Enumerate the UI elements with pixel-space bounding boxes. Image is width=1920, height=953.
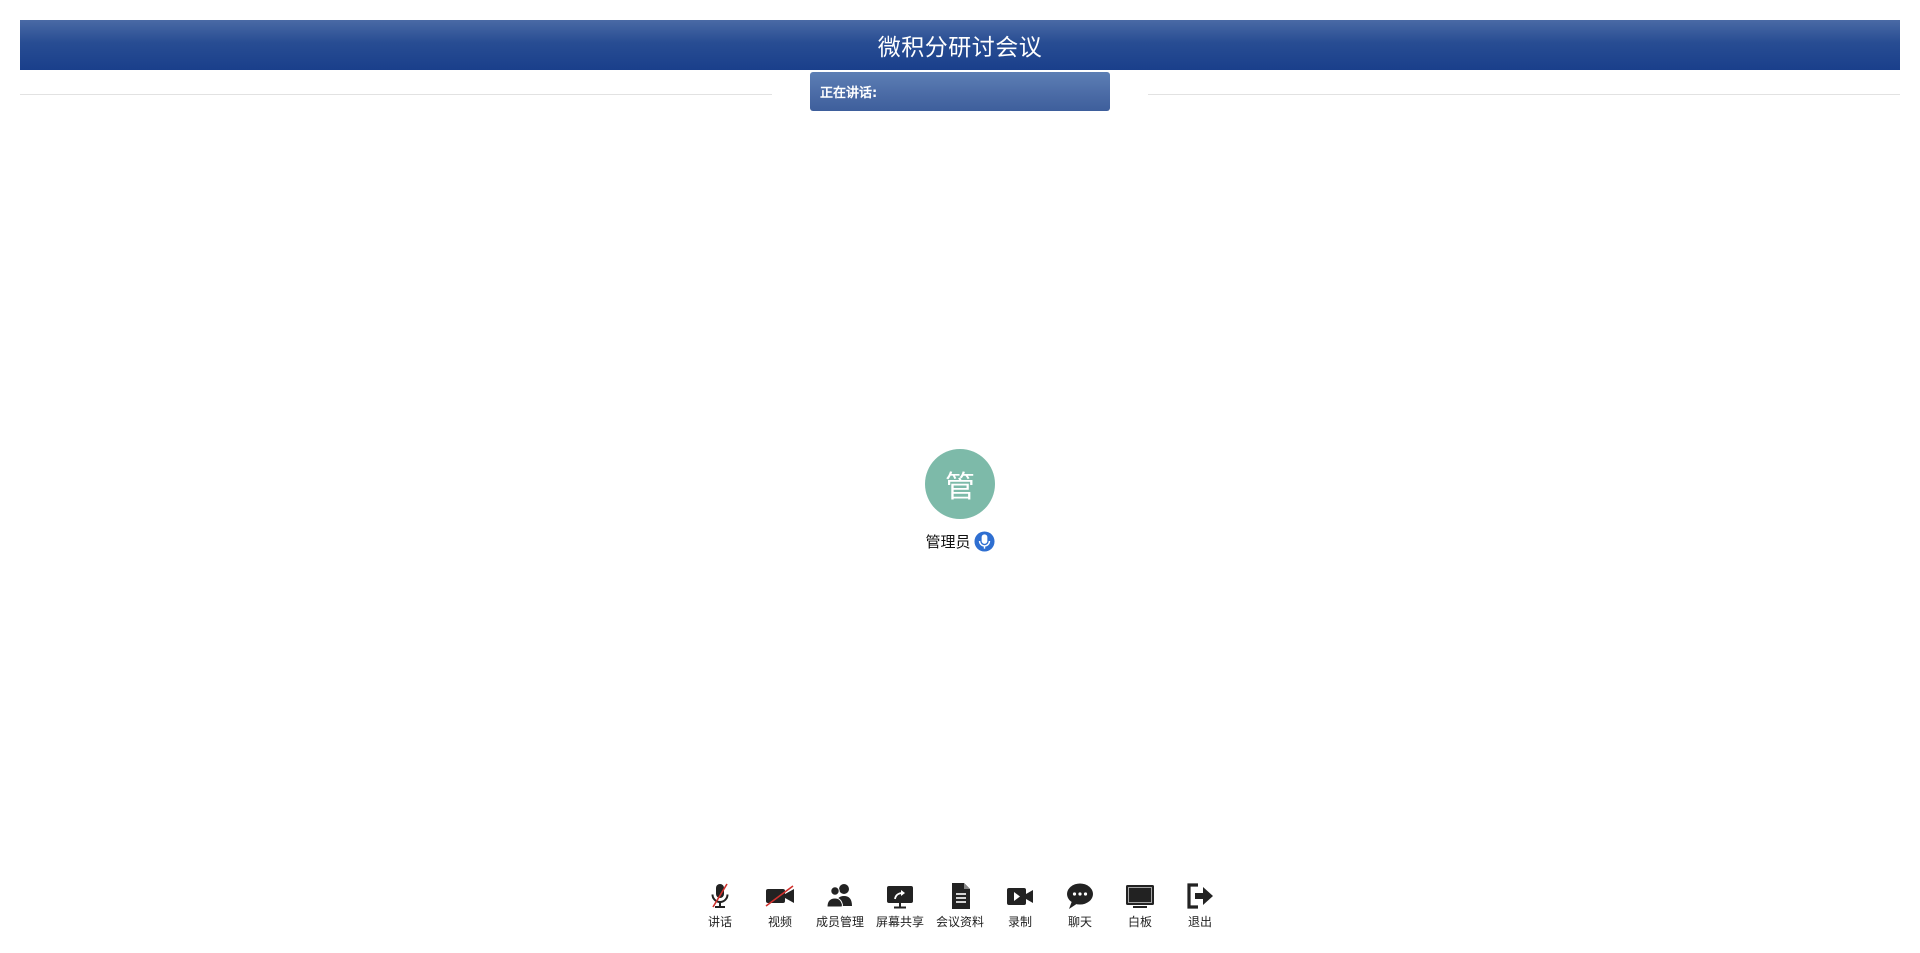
record-icon: [1005, 882, 1035, 910]
mic-status-icon: [973, 531, 995, 552]
chat-button[interactable]: 聊天: [1050, 882, 1110, 930]
chat-icon: [1065, 882, 1095, 910]
exit-button[interactable]: 退出: [1170, 882, 1230, 930]
bottom-toolbar: 讲话 视频 成员管理 屏幕共享 会议资料 录制 聊天 白板 退出: [0, 882, 1920, 930]
video-button[interactable]: 视频: [750, 882, 810, 930]
divider-right: [1148, 94, 1900, 95]
whiteboard-button-label: 白板: [1127, 915, 1152, 929]
members-button[interactable]: 成员管理: [810, 882, 870, 930]
screen-share-icon: [885, 882, 915, 910]
video-off-icon: [765, 882, 795, 910]
speaking-label: 正在讲话:: [820, 86, 878, 101]
exit-button-label: 退出: [1187, 915, 1212, 929]
participant-tile[interactable]: 管 管理员: [900, 449, 1020, 552]
document-icon: [945, 882, 975, 910]
mic-button[interactable]: 讲话: [690, 882, 750, 930]
screen-share-button-label: 屏幕共享: [875, 915, 924, 929]
participant-name-row: 管理员: [925, 531, 995, 552]
speaking-indicator: 正在讲话:: [810, 72, 1110, 111]
exit-icon: [1185, 882, 1215, 910]
whiteboard-button[interactable]: 白板: [1110, 882, 1170, 930]
divider-left: [20, 94, 772, 95]
whiteboard-icon: [1125, 882, 1155, 910]
chat-button-label: 聊天: [1067, 915, 1092, 929]
documents-button-label: 会议资料: [935, 915, 984, 929]
participant-name: 管理员: [925, 533, 971, 551]
users-icon: [825, 882, 855, 910]
mic-button-label: 讲话: [707, 915, 732, 929]
meeting-header: 微积分研讨会议: [20, 20, 1900, 70]
avatar: 管: [925, 449, 995, 519]
record-button-label: 录制: [1007, 915, 1032, 929]
meeting-title: 微积分研讨会议: [877, 35, 1043, 61]
mic-off-icon: [705, 882, 735, 910]
members-button-label: 成员管理: [815, 915, 864, 929]
documents-button[interactable]: 会议资料: [930, 882, 990, 930]
record-button[interactable]: 录制: [990, 882, 1050, 930]
screen-share-button[interactable]: 屏幕共享: [870, 882, 930, 930]
video-button-label: 视频: [767, 915, 792, 929]
